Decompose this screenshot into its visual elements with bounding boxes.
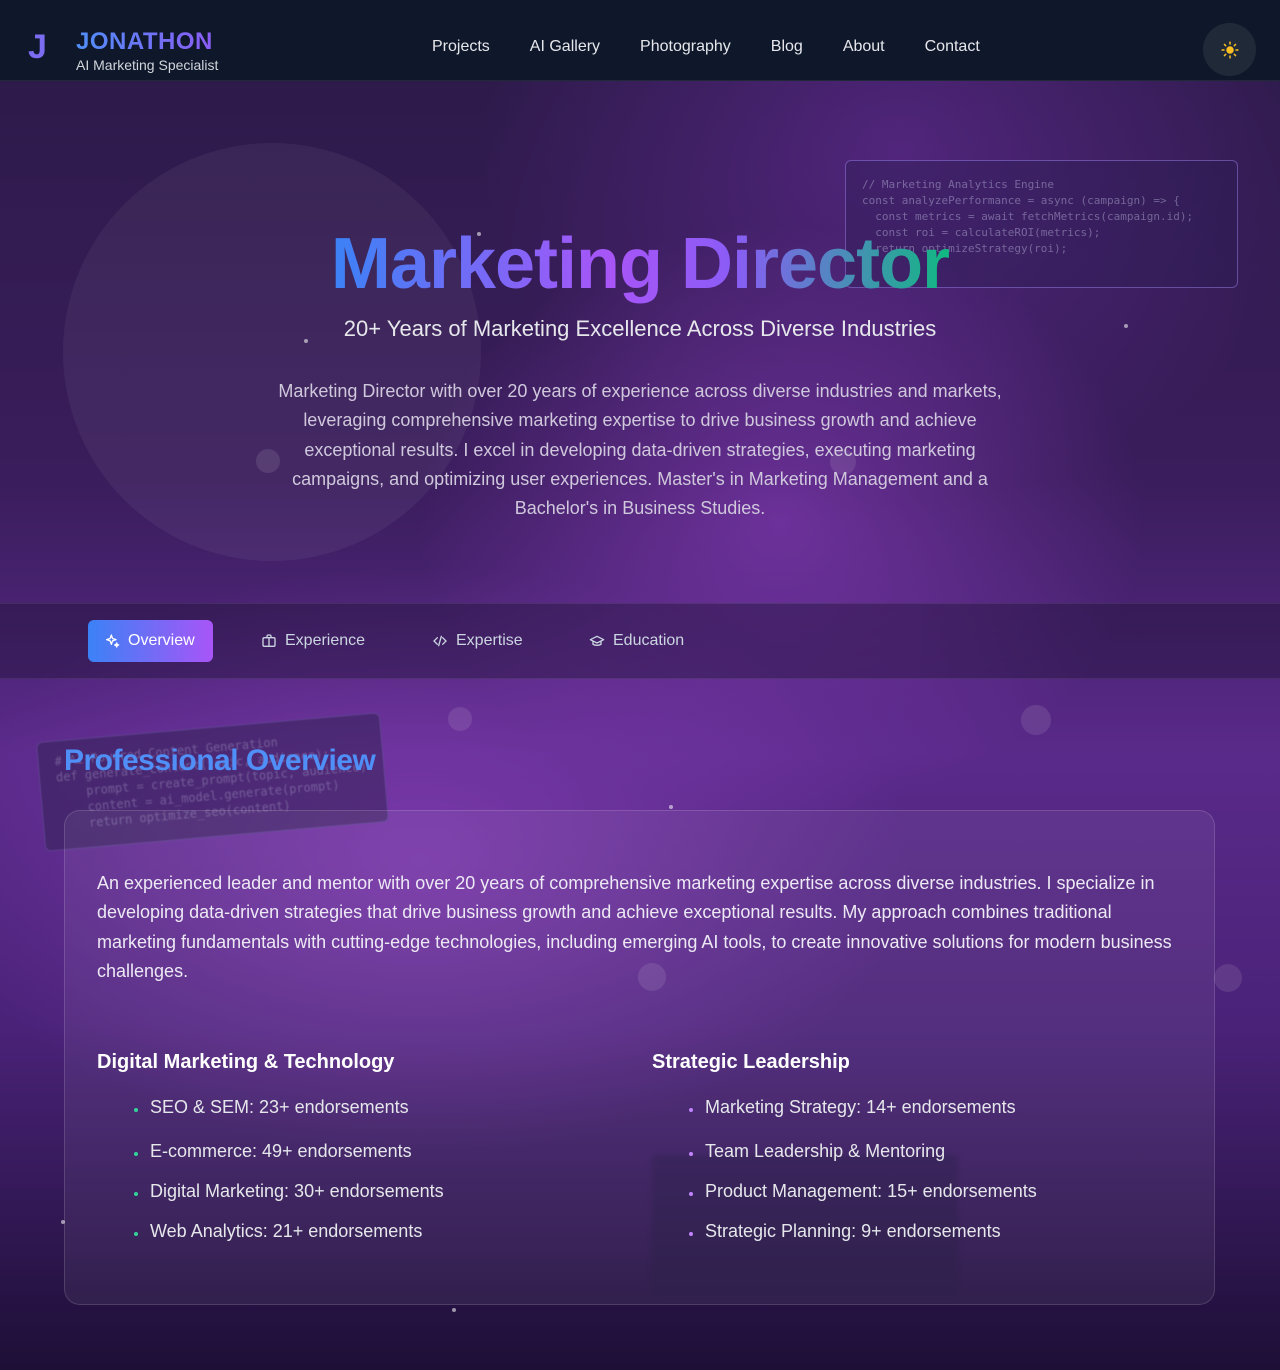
tab-label: Expertise [456,632,523,649]
list-item: Strategic Planning: 9+ endorsements [689,1221,1037,1261]
overview-card: An experienced leader and mentor with ov… [64,810,1215,1305]
nav-link-contact[interactable]: Contact [925,38,980,56]
brand-tagline: AI Marketing Specialist [76,57,219,73]
hero-title: Marketing Director [0,222,1280,306]
decorative-dot [1214,964,1242,992]
logo-mark[interactable]: J [28,30,47,64]
list-item: Marketing Strategy: 14+ endorsements [689,1097,1037,1141]
tab-experience[interactable]: Experience [261,620,365,662]
skill-list-leadership: Marketing Strategy: 14+ endorsements Tea… [689,1097,1037,1261]
nav-link-ai-gallery[interactable]: AI Gallery [530,38,600,56]
tab-education[interactable]: Education [589,620,684,662]
tab-label: Overview [128,632,195,649]
list-item: Product Management: 15+ endorsements [689,1181,1037,1221]
nav-link-projects[interactable]: Projects [432,38,490,56]
brand-name[interactable]: JONATHON [76,28,213,56]
decorative-dot [1021,705,1051,735]
nav-link-blog[interactable]: Blog [771,38,803,56]
theme-toggle-button[interactable] [1203,23,1256,76]
section-tabs: Overview Experience Expertise Education [0,603,1280,679]
briefcase-icon [262,634,276,647]
site-header: J JONATHON AI Marketing Specialist Proje… [0,0,1280,81]
list-item: Digital Marketing: 30+ endorsements [134,1181,444,1221]
decorative-dot [448,707,472,731]
code-icon [433,635,447,647]
sun-icon [1220,40,1239,59]
list-item: SEO & SEM: 23+ endorsements [134,1097,444,1141]
section-title: Professional Overview [64,744,376,777]
nav-link-photography[interactable]: Photography [640,38,731,56]
hero-title-text: Marketing Director [330,224,950,304]
sparkle [452,1308,456,1312]
tab-label: Education [613,632,685,649]
tab-label: Experience [285,632,366,649]
list-item: Web Analytics: 21+ endorsements [134,1221,444,1261]
main-nav: Projects AI Gallery Photography Blog Abo… [412,38,1000,56]
hero-description: Marketing Director with over 20 years of… [278,381,1002,519]
overview-intro: An experienced leader and mentor with ov… [97,873,1172,981]
list-item: Team Leadership & Mentoring [689,1141,1037,1181]
nav-link-about[interactable]: About [843,38,885,56]
tab-overview[interactable]: Overview [88,620,213,662]
hero-subtitle: 20+ Years of Marketing Excellence Across… [343,316,937,341]
column-title-digital: Digital Marketing & Technology [97,1051,395,1073]
list-item: E-commerce: 49+ endorsements [134,1141,444,1181]
sparkles-icon [106,634,120,648]
sparkle [669,805,673,809]
skill-list-digital: SEO & SEM: 23+ endorsements E-commerce: … [134,1097,444,1261]
tab-expertise[interactable]: Expertise [432,620,523,662]
graduation-cap-icon [589,635,605,646]
column-title-leadership: Strategic Leadership [652,1051,850,1073]
